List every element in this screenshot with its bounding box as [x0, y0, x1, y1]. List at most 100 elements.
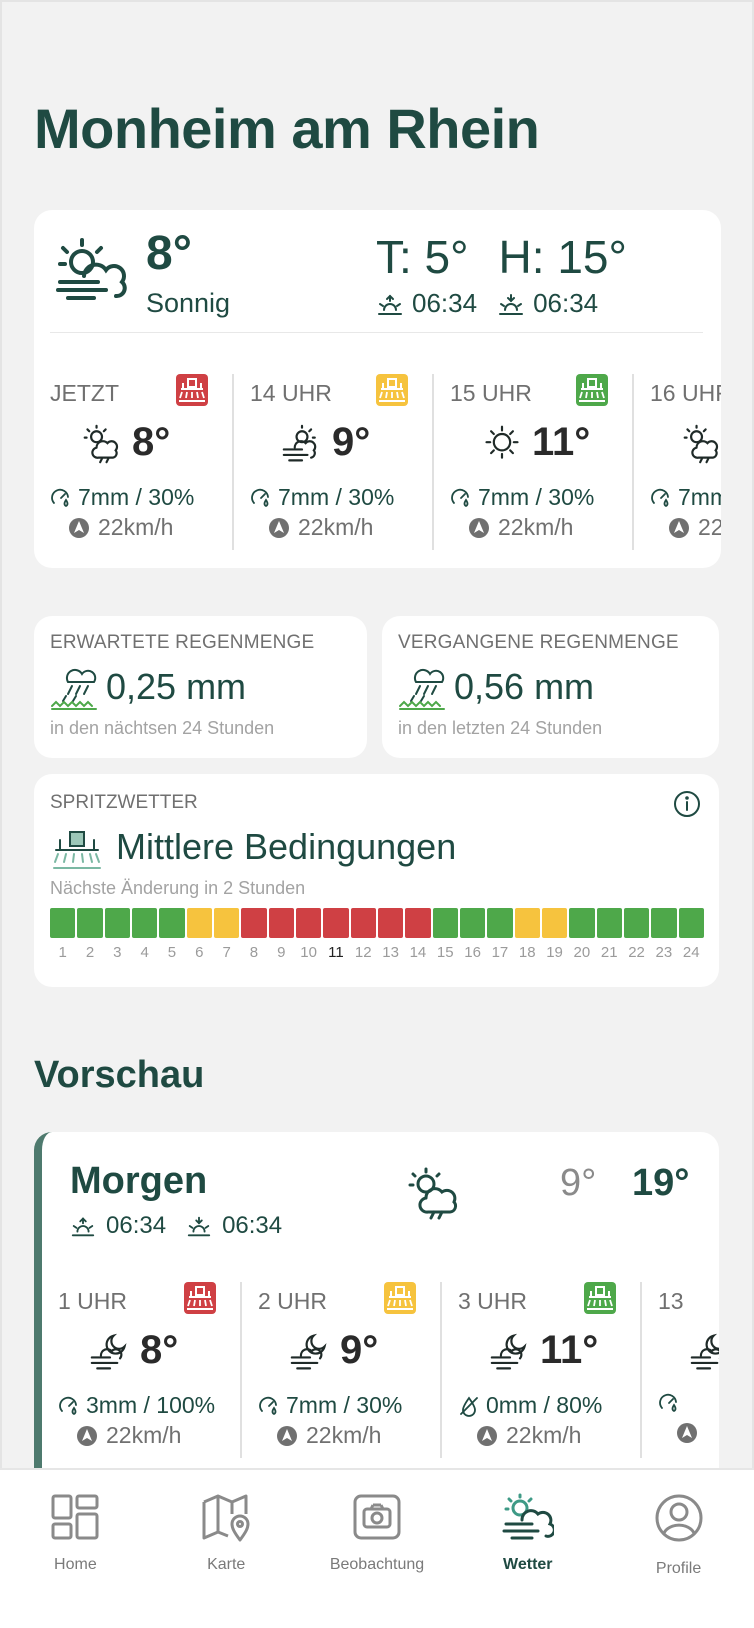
hour-temperature: 8°: [140, 1328, 179, 1372]
hourly-item[interactable]: 3 UHR 11° 0mm / 80% 22km/h: [442, 1282, 642, 1458]
weather-icon: [502, 1493, 554, 1540]
hourly-item[interactable]: 2 UHR 9° 7mm / 30% 22km/h: [242, 1282, 442, 1458]
spray-hour-number: 18: [518, 944, 536, 961]
hour-wind: 22km/h: [68, 514, 173, 541]
nav-home[interactable]: Home: [0, 1470, 151, 1628]
profile-icon: [655, 1494, 703, 1542]
hour-rain: [658, 1392, 686, 1414]
forecast-sun-times: 06:34 06:34: [70, 1212, 302, 1240]
nav-profile[interactable]: Profile: [603, 1470, 754, 1628]
hour-label: 2 UHR: [258, 1288, 328, 1314]
spray-hour-number: 17: [491, 944, 509, 961]
forecast-hourly-strip[interactable]: 1 UHR 8° 3mm / 100% 22km/h 2 UHR 9° 7mm / 30% 2…: [42, 1282, 719, 1458]
spray-hour-block: [77, 908, 103, 938]
spray-hour-bar: 20: [569, 908, 595, 961]
nav-label: Karte: [207, 1556, 246, 1573]
expected-rain-value: 0,25 mm: [106, 666, 247, 707]
spray-hour-block: [678, 908, 704, 938]
page-title: Monheim am Rhein: [34, 97, 540, 160]
hour-rain: 7mm / 30%: [250, 484, 394, 511]
hour-label: 14 UHR: [250, 380, 332, 406]
hourly-item[interactable]: JETZT 8° 7mm / 30% 22km/h: [34, 374, 234, 550]
wind-direction-icon: [77, 1425, 97, 1446]
spray-hour-bar: 15: [432, 908, 458, 961]
hour-temperature: 9°: [332, 420, 371, 464]
hour-rain-value: 7mm / 30%: [78, 484, 195, 510]
sun-cloud-wind-icon: [56, 238, 127, 300]
hour-temperature: 9°: [340, 1328, 379, 1372]
hourly-item[interactable]: 1 UHR 8° 3mm / 100% 22km/h: [42, 1282, 242, 1458]
past-rain-value: 0,56 mm: [454, 666, 595, 707]
hourly-forecast-strip[interactable]: JETZT 8° 7mm / 30% 22km/h 14 UHR 9° 7mm / 30% 2…: [34, 374, 721, 550]
sprayer-status-icon: [576, 374, 608, 406]
spray-hour-block: [432, 908, 458, 938]
map-icon: [202, 1494, 250, 1542]
rain-gauge-icon: [251, 488, 269, 507]
info-icon[interactable]: [673, 790, 701, 818]
sunrise-icon: [71, 1217, 95, 1237]
hour-wind: 22km/h: [276, 1422, 381, 1449]
spray-hour-block: [350, 908, 376, 938]
hour-label: 3 UHR: [458, 1288, 528, 1314]
spray-hour-number: 12: [354, 944, 372, 961]
spray-hour-bar: 5: [159, 908, 185, 961]
sunset-time: 06:34: [533, 288, 599, 318]
spray-hour-block: [186, 908, 212, 938]
hour-rain: 7mm: [650, 484, 721, 511]
past-rain-card[interactable]: VERGANGENE REGENMENGE 0,56 mm in den let…: [382, 616, 719, 758]
forecast-day: Morgen: [70, 1160, 208, 1202]
spray-hour-block: [241, 908, 267, 938]
nav-observation[interactable]: Beobachtung: [302, 1470, 453, 1628]
spray-hour-bar: 7: [213, 908, 240, 961]
hour-rain: 0mm / 80%: [458, 1392, 602, 1419]
sprayer-status-icon: [376, 374, 408, 406]
nav-weather[interactable]: Wetter: [452, 1470, 603, 1628]
spray-hour-number: 10: [300, 944, 317, 961]
nav-map[interactable]: Karte: [151, 1470, 302, 1628]
spray-condition: Mittlere Bedingungen: [116, 826, 457, 867]
current-temperature: 8°: [146, 227, 192, 280]
spray-hour-block: [651, 908, 677, 938]
hourly-item[interactable]: 13: [642, 1282, 719, 1458]
spray-hour-block: [459, 908, 486, 938]
hourly-item[interactable]: 16 UHR 7mm 22: [634, 374, 721, 550]
hour-wind: 22km/h: [468, 514, 573, 541]
forecast-high: 19°: [632, 1162, 690, 1204]
spray-hour-bar: 9: [268, 908, 294, 961]
spray-hour-number: 22: [628, 944, 645, 961]
spray-hour-bar: 21: [596, 908, 622, 961]
hour-temperature: 11°: [540, 1328, 599, 1372]
hour-rain-value: 3mm / 100%: [86, 1392, 216, 1418]
current-weather-card[interactable]: 8° Sonnig T: 5° H: 15° 06:34 06:34 JETZT 8…: [34, 210, 721, 568]
hourly-item[interactable]: 15 UHR 11° 7mm / 30% 22km/h: [434, 374, 634, 550]
spray-hour-bar: 16: [459, 908, 486, 961]
current-condition: Sonnig: [146, 288, 231, 318]
spray-hour-number: 20: [573, 944, 591, 961]
spray-hour-number: 2: [85, 944, 95, 961]
tomorrow-forecast-card[interactable]: Morgen 06:34 06:34 9° 19° 1 UHR 8° 3mm / 1…: [34, 1132, 719, 1472]
wind-direction-icon: [277, 1425, 297, 1446]
spray-status-badge: [376, 374, 408, 406]
spray-title: SPRITZWETTER: [50, 792, 198, 813]
spray-hour-bar: 17: [487, 908, 513, 961]
hour-wind-value: 22km/h: [98, 514, 174, 540]
nav-label: Wetter: [503, 1556, 553, 1573]
hour-rain: 7mm / 30%: [450, 484, 594, 511]
hour-wind-value: 22: [698, 514, 721, 540]
forecast-sunset: 06:34: [222, 1212, 283, 1239]
wind-direction-icon: [469, 517, 489, 538]
spray-hour-number: 11: [328, 944, 344, 961]
hourly-item[interactable]: 14 UHR 9° 7mm / 30% 22km/h: [234, 374, 434, 550]
spray-hour-bar: 23: [651, 908, 677, 961]
sunset-icon: [499, 293, 524, 315]
hour-wind: 22km/h: [476, 1422, 581, 1449]
sun-cloud-rain-icon: [683, 424, 719, 464]
nav-label: Beobachtung: [329, 1556, 425, 1573]
moon-cloud-wind-icon: [690, 1333, 719, 1370]
expected-rain-card[interactable]: ERWARTETE REGENMENGE 0,25 mm in den näch…: [34, 616, 367, 758]
spray-hour-block: [50, 908, 76, 938]
wind-direction-icon: [477, 1425, 497, 1446]
spray-weather-card[interactable]: SPRITZWETTER Mittlere Bedingungen Nächst…: [34, 774, 719, 987]
past-rain-title: VERGANGENE REGENMENGE: [398, 632, 679, 653]
spray-next-change: Nächste Änderung in 2 Stunden: [50, 878, 306, 898]
